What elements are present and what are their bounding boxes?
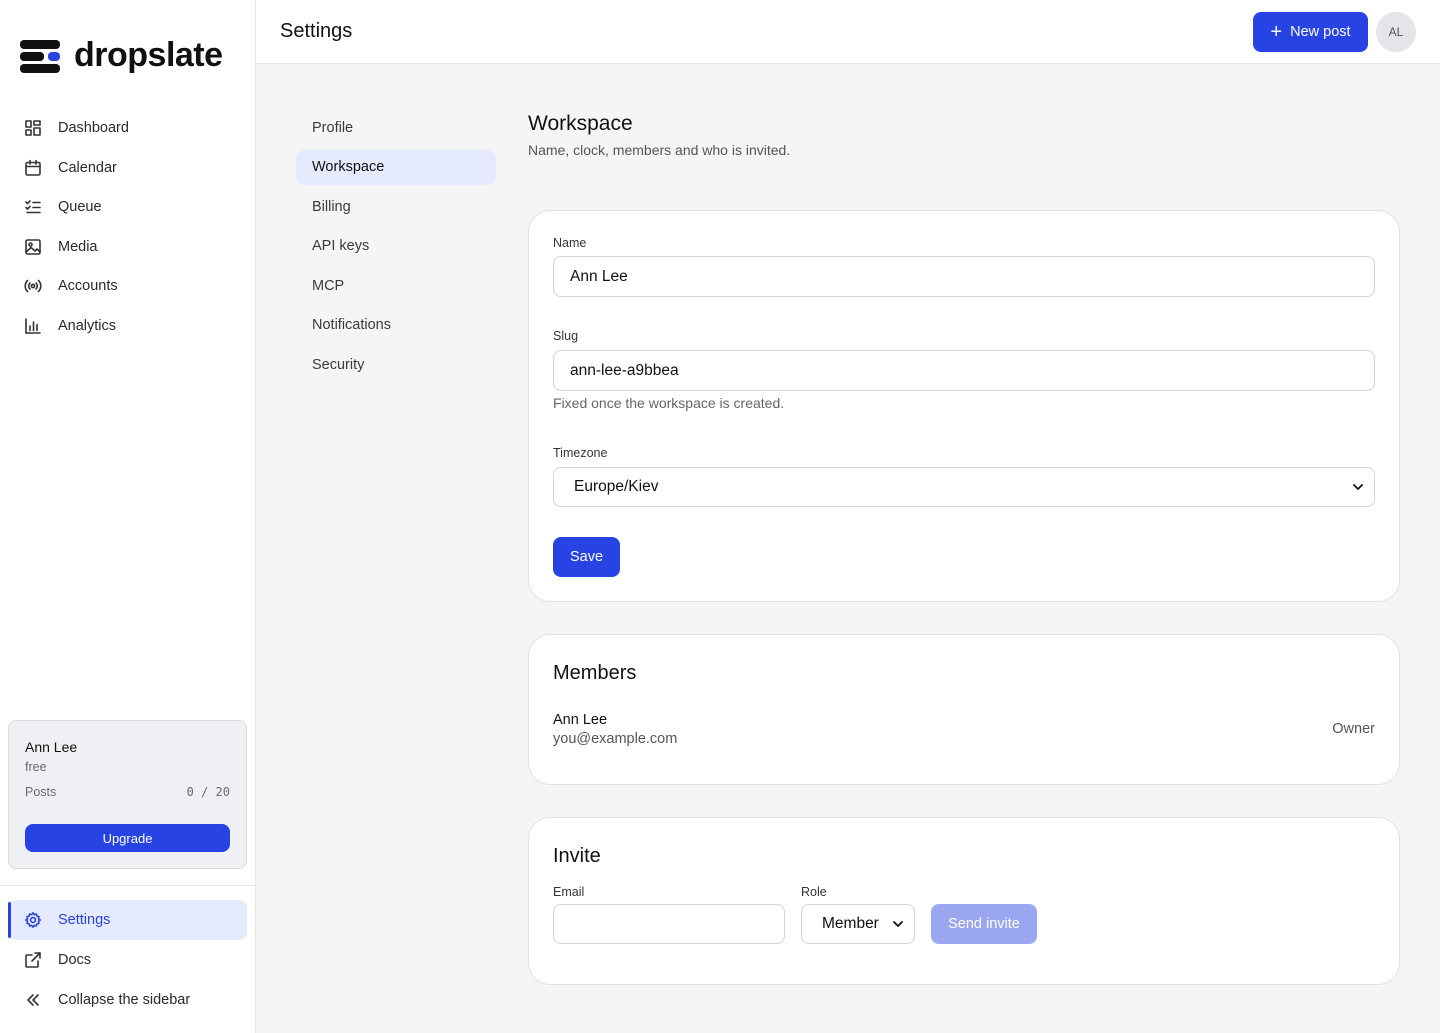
settings-nav: Profile Workspace Billing API keys MCP N… <box>296 110 496 387</box>
invite-email-input[interactable] <box>553 904 785 944</box>
settings-tab-security[interactable]: Security <box>296 347 496 382</box>
section-subtitle: Name, clock, members and who is invited. <box>528 142 791 158</box>
gear-icon <box>25 912 41 928</box>
new-post-button[interactable]: + New post <box>1253 12 1368 52</box>
chevrons-left-icon <box>27 994 39 1006</box>
slug-help-text: Fixed once the workspace is created. <box>553 395 785 411</box>
sidebar-item-label: Docs <box>58 952 92 968</box>
sidebar-item-label: Media <box>58 238 98 255</box>
plan-card: Ann Lee free Posts 0 / 20 Upgrade <box>8 720 247 869</box>
role-value: Member <box>822 915 879 932</box>
sidebar-item-label: Accounts <box>58 278 118 294</box>
sidebar-item-media[interactable]: Media <box>8 227 247 267</box>
sidebar: dropslate Dashboard Calendar Queue Media… <box>0 0 256 1033</box>
settings-tab-notifications[interactable]: Notifications <box>296 308 496 343</box>
external-link-icon <box>25 952 41 968</box>
workspace-form-card: Name Slug Fixed once the workspace is cr… <box>528 210 1400 602</box>
sidebar-item-calendar[interactable]: Calendar <box>8 148 247 188</box>
member-name: Ann Lee <box>553 712 608 728</box>
new-post-label: New post <box>1290 24 1351 40</box>
timezone-value: Europe/Kiev <box>574 478 659 495</box>
plus-icon: + <box>1270 21 1283 43</box>
plan-user-name: Ann Lee <box>25 739 78 755</box>
settings-tab-mcp[interactable]: MCP <box>296 268 496 303</box>
members-card: Members Ann Lee you@example.com Owner <box>528 634 1400 785</box>
member-role: Owner <box>1332 721 1375 737</box>
sidebar-item-analytics[interactable]: Analytics <box>8 306 247 346</box>
sidebar-item-label: Settings <box>58 912 111 928</box>
settings-tab-workspace[interactable]: Workspace <box>296 149 496 185</box>
queue-icon <box>25 200 41 214</box>
invite-title: Invite <box>553 845 601 867</box>
timezone-select[interactable]: Europe/Kiev <box>553 467 1375 507</box>
name-input[interactable] <box>553 256 1375 297</box>
dashboard-icon <box>25 120 41 136</box>
name-label: Name <box>553 236 587 250</box>
upgrade-button[interactable]: Upgrade <box>25 824 230 852</box>
section-header: Workspace Name, clock, members and who i… <box>528 112 790 158</box>
sidebar-item-settings[interactable]: Settings <box>8 900 247 940</box>
sidebar-item-label: Dashboard <box>58 120 129 136</box>
plan-posts-count: 0 / 20 <box>186 785 230 799</box>
bar-chart-icon <box>25 317 41 334</box>
settings-tab-api-keys[interactable]: API keys <box>296 229 496 264</box>
image-icon <box>25 238 41 255</box>
sidebar-item-label: Calendar <box>58 159 117 176</box>
logo-mark-icon <box>20 38 60 74</box>
slug-input[interactable] <box>553 350 1375 391</box>
invite-email-label: Email <box>553 885 585 899</box>
sidebar-collapse-button[interactable]: Collapse the sidebar <box>8 980 247 1020</box>
top-bar: Settings + New post AL <box>256 0 1440 64</box>
broadcast-icon <box>24 279 42 293</box>
chevron-down-icon <box>1353 484 1363 490</box>
brand-logo[interactable]: dropslate <box>20 36 223 75</box>
avatar[interactable]: AL <box>1376 12 1416 52</box>
slug-label: Slug <box>553 329 579 343</box>
chevron-down-icon <box>893 921 903 927</box>
settings-tab-billing[interactable]: Billing <box>296 189 496 224</box>
sidebar-divider <box>0 885 255 886</box>
invite-role-label: Role <box>801 885 827 899</box>
send-invite-button[interactable]: Send invite <box>931 904 1037 944</box>
sidebar-item-queue[interactable]: Queue <box>8 187 247 227</box>
sidebar-item-docs[interactable]: Docs <box>8 940 247 980</box>
invite-card: Invite Email Role Member Send invite <box>528 817 1400 985</box>
members-title: Members <box>553 662 637 684</box>
plan-tier: free <box>25 760 47 774</box>
sidebar-item-dashboard[interactable]: Dashboard <box>8 108 247 148</box>
plan-posts-label: Posts <box>25 785 57 799</box>
timezone-label: Timezone <box>553 446 608 460</box>
page-title: Settings <box>280 20 353 42</box>
sidebar-item-label: Collapse the sidebar <box>58 992 191 1008</box>
sidebar-item-accounts[interactable]: Accounts <box>8 266 247 306</box>
calendar-icon <box>25 159 41 176</box>
settings-tab-profile[interactable]: Profile <box>296 110 496 145</box>
main-nav: Dashboard Calendar Queue Media Accounts … <box>8 108 247 345</box>
save-button[interactable]: Save <box>553 537 620 577</box>
member-email: you@example.com <box>553 731 678 747</box>
invite-role-select[interactable]: Member <box>801 904 915 944</box>
sidebar-item-label: Analytics <box>58 317 117 334</box>
brand-name: dropslate <box>74 36 223 74</box>
sidebar-item-label: Queue <box>58 199 102 215</box>
section-title: Workspace <box>528 112 633 135</box>
bottom-nav: Settings Docs Collapse the sidebar <box>8 900 247 1020</box>
